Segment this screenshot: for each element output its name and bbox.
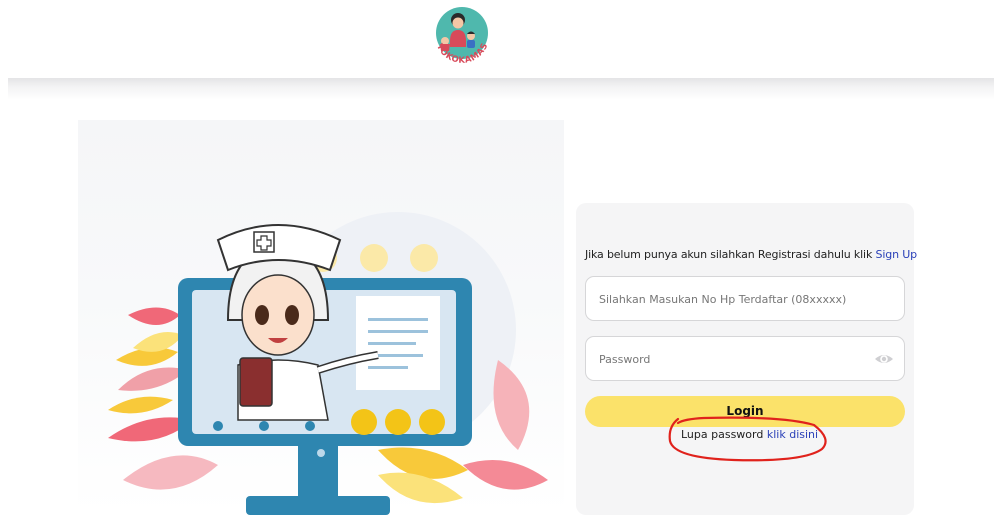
hero-illustration — [78, 120, 564, 515]
site-logo[interactable]: TOKOKAMAS — [428, 3, 496, 71]
password-input[interactable] — [599, 349, 879, 369]
forgot-prompt-text: Lupa password — [681, 428, 764, 441]
signup-prompt: Jika belum punya akun silahkan Registras… — [585, 248, 918, 261]
forgot-password-link[interactable]: klik disini — [767, 428, 818, 441]
login-page: TOKOKAMAS Jika belum punya akun silahkan… — [0, 0, 994, 515]
phone-input[interactable] — [599, 289, 879, 309]
phone-field[interactable] — [585, 276, 905, 321]
login-button[interactable]: Login — [585, 396, 905, 427]
site-header: TOKOKAMAS — [0, 0, 994, 80]
header-divider — [8, 78, 994, 100]
forgot-password: Lupa password klik disini — [681, 428, 818, 441]
signup-link[interactable]: Sign Up — [876, 248, 918, 261]
password-field[interactable] — [585, 336, 905, 381]
eye-icon[interactable] — [874, 350, 894, 368]
signup-prompt-text: Jika belum punya akun silahkan Registras… — [585, 248, 873, 261]
